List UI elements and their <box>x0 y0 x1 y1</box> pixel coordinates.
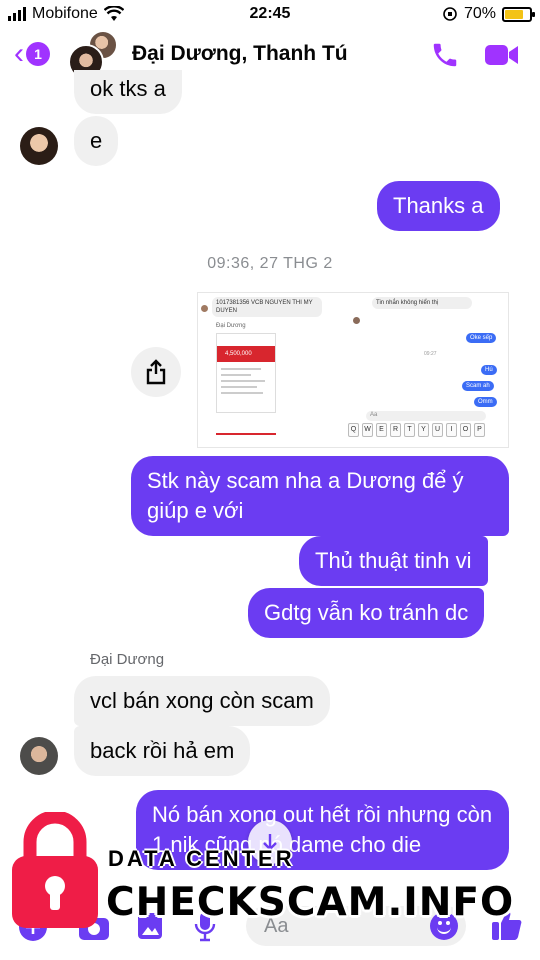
message-input[interactable] <box>264 912 414 940</box>
message-outgoing[interactable]: Thủ thuật tinh vi <box>299 536 488 586</box>
message-outgoing[interactable]: Thanks a <box>377 181 500 231</box>
attachment-left-panel: 1017381356 VCB NGUYEN THI MY DUYEN Đại D… <box>198 293 348 447</box>
image-attachment[interactable]: 1017381356 VCB NGUYEN THI MY DUYEN Đại D… <box>197 292 509 448</box>
attachment-time: 09:27 <box>424 351 437 357</box>
share-button[interactable] <box>131 347 181 397</box>
receipt-amount: 4,500,000 <box>225 351 252 357</box>
attachment-receipt: 4,500,000 <box>216 333 276 413</box>
message-outgoing[interactable]: Nó bán xong out hết rồi nhưng còn 1 nik … <box>136 790 509 870</box>
attachment-account-bubble: 1017381356 VCB NGUYEN THI MY DUYEN <box>212 297 322 317</box>
status-right: 70% <box>442 5 535 23</box>
camera-icon[interactable] <box>78 912 110 942</box>
attachment-keyboard: QWERTYUIOP <box>348 423 485 437</box>
plus-icon[interactable] <box>18 912 48 942</box>
message-outgoing[interactable]: Gdtg vẫn ko tránh dc <box>248 588 485 638</box>
avatar[interactable] <box>20 127 58 165</box>
attachment-reply: Oke sếp <box>466 333 497 343</box>
avatar[interactable] <box>20 737 58 775</box>
attachment-reply: Scam ah <box>462 381 494 391</box>
microphone-icon[interactable] <box>192 910 218 942</box>
attachment-reply: Hú <box>481 365 497 375</box>
like-thumb-icon[interactable] <box>490 908 524 942</box>
battery-percent: 70% <box>463 5 496 22</box>
message-input-wrapper <box>246 906 466 946</box>
chevron-left-icon: ‹ <box>14 37 24 70</box>
attachment-hidden-message: Tin nhắn không hiển thị <box>372 297 472 309</box>
status-bar: Mobifone 22:45 70% <box>0 0 540 28</box>
attachment-sender: Đại Dương <box>216 323 246 329</box>
message-incoming[interactable]: back rồi hả em <box>74 726 251 776</box>
orientation-lock-icon <box>443 7 457 21</box>
arrow-down-icon <box>263 834 277 851</box>
phone-icon[interactable] <box>430 40 460 70</box>
back-button[interactable]: ‹ 1 <box>14 37 50 70</box>
video-call-icon[interactable] <box>484 42 520 68</box>
unread-badge: 1 <box>26 42 50 66</box>
attachment-input: Aa <box>366 411 486 421</box>
avatar <box>201 305 208 312</box>
message-incoming[interactable]: ok tks a <box>74 70 182 114</box>
battery-icon <box>502 6 535 22</box>
attachment-reply: Omm <box>474 397 497 407</box>
message-incoming[interactable]: e <box>74 116 119 166</box>
chat-title[interactable]: Đại Dương, Thanh Tú <box>132 42 348 66</box>
message-outgoing[interactable]: Stk này scam nha a Dương để ý giúp e với <box>131 456 509 536</box>
gallery-icon[interactable] <box>136 911 164 941</box>
message-incoming[interactable]: vcl bán xong còn scam <box>74 676 330 726</box>
timestamp: 09:36, 27 THG 2 <box>207 255 333 272</box>
sender-name: Đại Dương <box>90 651 165 668</box>
emoji-icon[interactable] <box>430 912 458 940</box>
avatar <box>353 317 360 324</box>
scroll-to-bottom-button[interactable] <box>248 820 292 864</box>
share-icon <box>146 359 166 385</box>
